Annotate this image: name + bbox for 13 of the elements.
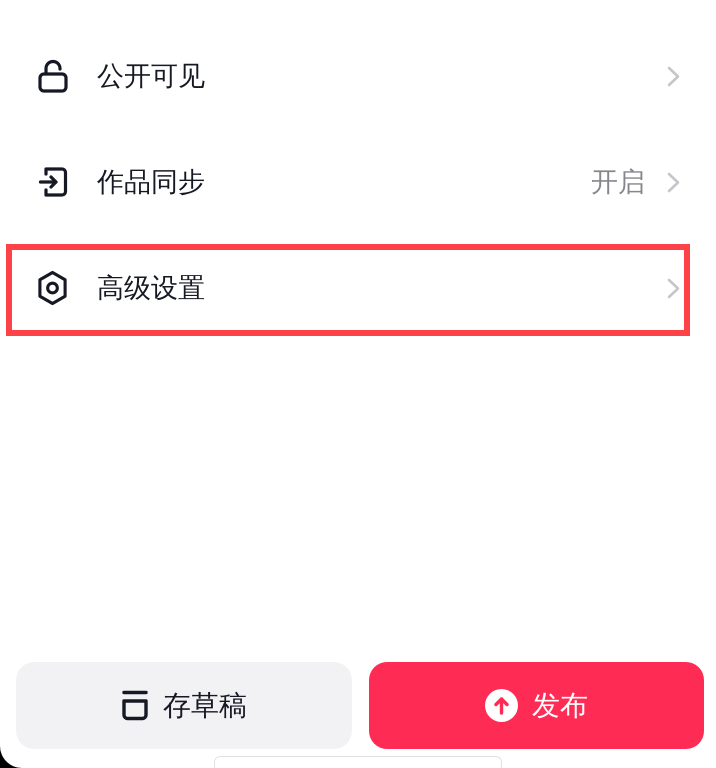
chevron-icon <box>667 172 680 192</box>
enter-arrow-icon <box>38 165 68 199</box>
settings-item[interactable]: 高级设置 <box>0 235 716 341</box>
publish-button[interactable]: 发布 <box>368 662 704 749</box>
tray-icon <box>120 690 149 721</box>
settings-item[interactable]: 公开可见 <box>0 23 716 129</box>
status-value: 开启 <box>591 166 645 200</box>
chevron-icon <box>667 66 680 86</box>
settings-item[interactable]: 作品同步 开启 <box>0 129 716 235</box>
chevron-icon <box>667 278 680 298</box>
hexagon-icon <box>37 270 68 306</box>
save-draft-button[interactable]: 存草稿 <box>16 662 352 749</box>
open-lock-icon <box>38 59 68 93</box>
